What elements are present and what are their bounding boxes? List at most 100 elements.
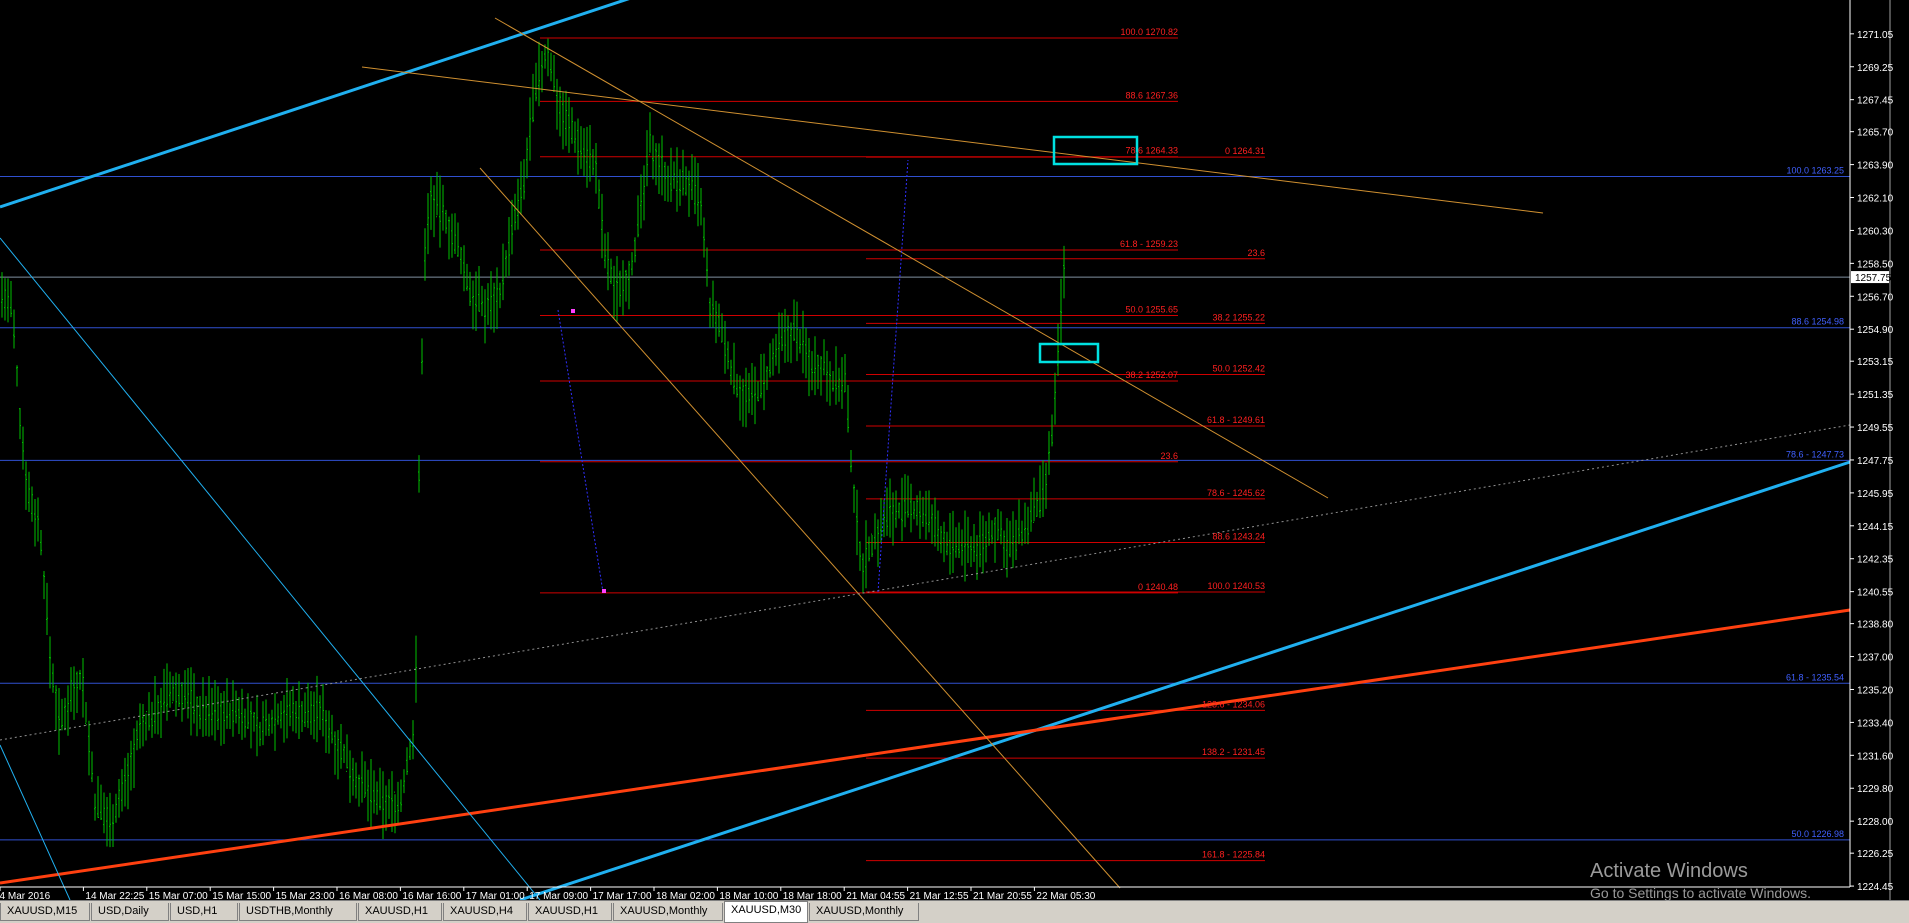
candle-bar bbox=[769, 343, 771, 378]
candle-bar bbox=[679, 169, 681, 206]
candle-bar bbox=[232, 680, 234, 737]
price-tick-label: 1254.90 bbox=[1857, 325, 1894, 336]
candle-bar bbox=[364, 761, 366, 798]
time-tick-label: 15 Mar 23:00 bbox=[276, 891, 335, 900]
candle-bar bbox=[586, 126, 588, 188]
chart-tab[interactable]: XAUUSD,H1 bbox=[528, 903, 612, 921]
candle-bar bbox=[808, 337, 810, 397]
candle-bar bbox=[904, 474, 906, 528]
candle-bar bbox=[817, 354, 819, 390]
candle-bar bbox=[10, 281, 12, 318]
chart-tab[interactable]: USDTHB,Monthly bbox=[239, 903, 357, 921]
fib-level-label: 88.6 1254.98 bbox=[1791, 317, 1844, 327]
trend-line-lower-cyan bbox=[519, 460, 1851, 902]
candle-bar bbox=[625, 269, 627, 302]
candle-bar bbox=[109, 792, 111, 848]
candle-bar bbox=[16, 365, 18, 387]
fib-level-label: 61.8 - 1235.54 bbox=[1786, 672, 1844, 682]
candle-bar bbox=[349, 750, 351, 803]
candle-bar bbox=[616, 256, 618, 322]
chart-tab[interactable]: USD,H1 bbox=[170, 903, 238, 921]
candle-bar bbox=[748, 372, 750, 414]
candle-bar bbox=[43, 571, 45, 600]
candle-bar bbox=[991, 520, 993, 544]
candle-bar bbox=[706, 247, 708, 287]
price-tick-label: 1242.35 bbox=[1857, 555, 1894, 566]
candle-bar bbox=[76, 671, 78, 713]
candle-bar bbox=[238, 697, 240, 735]
candle-bar bbox=[604, 233, 606, 269]
candle-bar bbox=[619, 270, 621, 307]
candle-bar bbox=[226, 678, 228, 729]
chart-canvas[interactable]: 100.0 1263.25 88.6 1254.98 78.6 - 1247.73 6… bbox=[0, 0, 1909, 902]
candle-bar bbox=[670, 147, 672, 202]
candle-bar bbox=[793, 299, 795, 341]
candle-bar bbox=[715, 300, 717, 344]
candle-bar bbox=[130, 740, 132, 791]
candle-bar bbox=[1015, 519, 1017, 561]
candle-bar bbox=[319, 695, 321, 731]
candle-bar bbox=[1024, 502, 1026, 544]
candle-bar bbox=[121, 769, 123, 812]
chart-tab[interactable]: USD,Daily bbox=[91, 903, 169, 921]
candle-bar bbox=[727, 341, 729, 370]
candle-bar bbox=[367, 769, 369, 822]
price-tick-label: 1240.55 bbox=[1857, 588, 1894, 599]
candle-bar bbox=[709, 297, 711, 328]
candle-bar bbox=[145, 711, 147, 741]
candle-bar bbox=[571, 107, 573, 144]
candle-bar bbox=[949, 512, 951, 575]
candle-bar bbox=[712, 280, 714, 328]
candle-bar bbox=[205, 696, 207, 736]
candle-bar bbox=[61, 698, 63, 731]
candle-bar bbox=[31, 486, 33, 522]
candle-bar bbox=[376, 781, 378, 815]
candle-bar bbox=[889, 478, 891, 538]
candle-bar bbox=[760, 354, 762, 399]
price-tick-label: 1263.90 bbox=[1857, 161, 1894, 172]
candle-bar bbox=[442, 184, 444, 231]
candle-bar bbox=[139, 703, 141, 749]
candle-bar bbox=[925, 490, 927, 540]
candle-bar bbox=[58, 687, 60, 755]
candle-bar bbox=[388, 779, 390, 819]
chart-tab[interactable]: XAUUSD,H1 bbox=[358, 903, 442, 921]
candle-bar bbox=[181, 682, 183, 722]
candle-bar bbox=[478, 265, 480, 312]
candle-bar bbox=[646, 130, 648, 187]
candle-bar bbox=[175, 672, 177, 717]
candle-bar bbox=[151, 701, 153, 738]
candle-bar bbox=[805, 327, 807, 379]
price-chart[interactable]: 100.0 1263.25 88.6 1254.98 78.6 - 1247.73 6… bbox=[0, 0, 1909, 902]
candle-bar bbox=[547, 38, 549, 77]
candle-bar bbox=[265, 699, 267, 736]
candle-bar bbox=[835, 346, 837, 405]
fib-level-label: 88.6 1267.36 bbox=[1125, 90, 1178, 100]
candle-bar bbox=[613, 265, 615, 319]
price-tick-label: 1269.25 bbox=[1857, 63, 1894, 74]
candle-bar bbox=[247, 693, 249, 729]
chart-tab[interactable]: XAUUSD,H4 bbox=[443, 903, 527, 921]
candle-bar bbox=[697, 162, 699, 227]
candle-bar bbox=[13, 309, 15, 349]
candle-bar bbox=[802, 310, 804, 374]
candle-bar bbox=[601, 193, 603, 259]
candle-bar bbox=[292, 686, 294, 732]
candle-bar bbox=[148, 692, 150, 731]
chart-tab[interactable]: XAUUSD,Monthly bbox=[809, 903, 919, 921]
candle-bar bbox=[160, 687, 162, 738]
candle-bar bbox=[826, 350, 828, 402]
candle-bar bbox=[118, 779, 120, 818]
candle-bar bbox=[535, 62, 537, 102]
price-tick-label: 1238.80 bbox=[1857, 620, 1894, 631]
candle-bar bbox=[1051, 414, 1053, 447]
chart-tab[interactable]: XAUUSD,M15 bbox=[0, 903, 90, 921]
candle-bar bbox=[994, 517, 996, 563]
price-tick-label: 1265.70 bbox=[1857, 128, 1894, 139]
fib-level-label: 61.8 - 1259.23 bbox=[1120, 239, 1178, 249]
chart-tab[interactable]: XAUUSD,Monthly bbox=[613, 903, 723, 921]
candle-bar bbox=[754, 366, 756, 425]
candle-bar bbox=[274, 693, 276, 751]
candle-bar bbox=[541, 50, 543, 93]
chart-tab[interactable]: XAUUSD,M30 bbox=[724, 901, 808, 923]
